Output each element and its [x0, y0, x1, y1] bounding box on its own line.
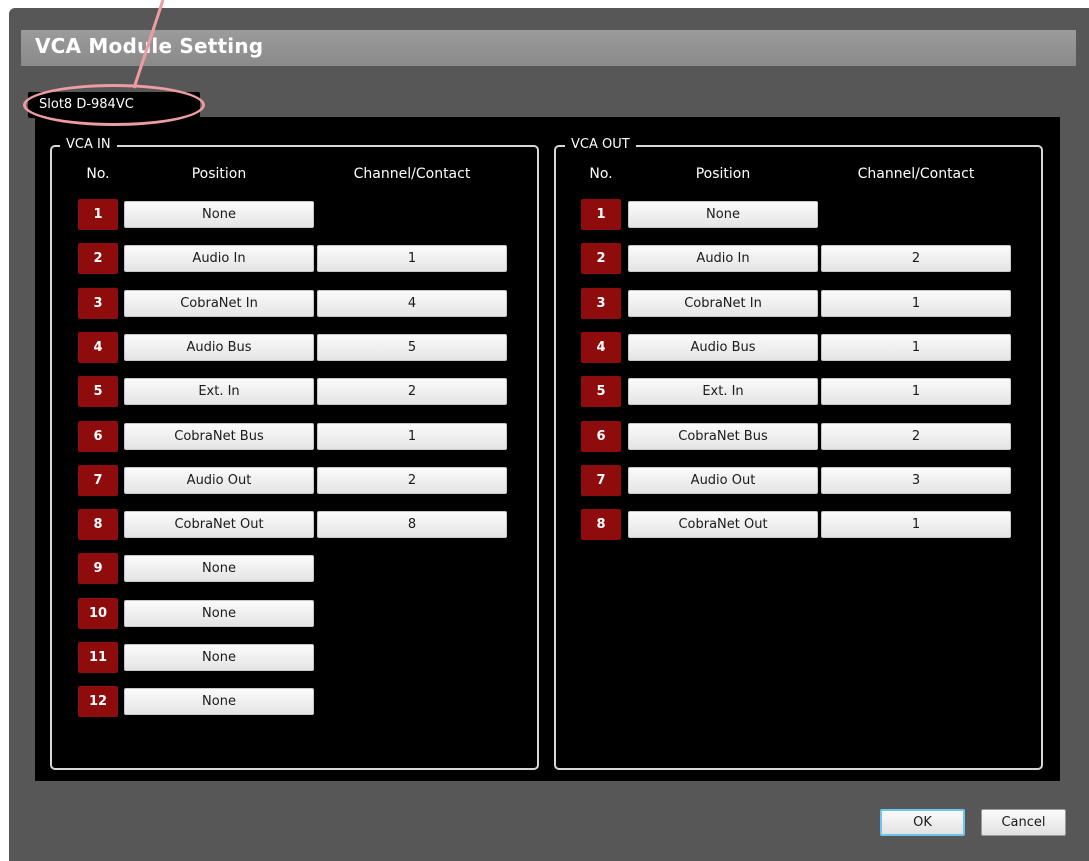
vca-out-position-button[interactable]: Audio In [628, 245, 818, 273]
ok-button[interactable]: OK [880, 809, 965, 836]
vca-out-position-button[interactable]: None [628, 201, 818, 228]
vca-out-channel-button[interactable]: 2 [821, 422, 1011, 450]
vca-in-row-number: 5 [78, 376, 118, 408]
vca-in-channel-button[interactable]: 2 [317, 378, 507, 406]
vca-out-row-number: 2 [581, 243, 621, 275]
vca-out-no-header: No. [589, 166, 613, 182]
vca-out-row-number: 4 [581, 331, 621, 363]
vca-out-channel-button[interactable]: 1 [821, 378, 1011, 406]
vca-out-group [554, 145, 1043, 770]
vca-in-row-number: 4 [78, 331, 118, 363]
vca-in-channel-button[interactable]: 8 [317, 511, 507, 539]
vca-in-row-number: 2 [78, 243, 118, 275]
vca-out-row-number: 8 [581, 509, 621, 541]
vca-out-row-number: 5 [581, 376, 621, 408]
vca-in-row-number: 12 [78, 686, 118, 718]
vca-in-row-number: 10 [78, 597, 118, 629]
vca-in-channel-button[interactable]: 1 [317, 422, 507, 450]
vca-in-position-button[interactable]: CobraNet In [124, 289, 314, 317]
vca-out-position-header: Position [695, 166, 751, 182]
vca-in-channel-button[interactable]: 4 [317, 289, 507, 317]
vca-in-row-number: 1 [78, 199, 118, 230]
vca-out-channel-button[interactable]: 2 [821, 245, 1011, 273]
vca-in-position-button[interactable]: None [124, 599, 314, 627]
vca-in-row-number: 8 [78, 509, 118, 541]
vca-in-channel-header: Channel/Contact [353, 166, 471, 182]
vca-in-position-button[interactable]: None [124, 555, 314, 583]
vca-in-row-number: 7 [78, 464, 118, 496]
vca-in-group [50, 145, 539, 770]
vca-out-position-button[interactable]: Ext. In [628, 378, 818, 406]
vca-out-row-number: 1 [581, 199, 621, 230]
vca-in-no-header: No. [86, 166, 110, 182]
vca-out-position-button[interactable]: Audio Bus [628, 333, 818, 361]
vca-in-channel-button[interactable]: 5 [317, 333, 507, 361]
vca-in-channel-button[interactable]: 1 [317, 245, 507, 273]
vca-out-channel-header: Channel/Contact [857, 166, 975, 182]
vca-in-position-button[interactable]: Ext. In [124, 378, 314, 406]
vca-out-position-button[interactable]: Audio Out [628, 466, 818, 494]
vca-in-title: VCA IN [60, 137, 117, 153]
vca-in-position-button[interactable]: Audio Out [124, 466, 314, 494]
vca-out-channel-button[interactable]: 1 [821, 289, 1011, 317]
vca-in-position-button[interactable]: None [124, 688, 314, 716]
vca-out-row-number: 7 [581, 464, 621, 496]
vca-in-position-button[interactable]: CobraNet Out [124, 511, 314, 539]
vca-out-row-number: 6 [581, 420, 621, 452]
vca-in-position-header: Position [191, 166, 247, 182]
slot-tab[interactable]: Slot8 D-984VC [28, 92, 200, 118]
vca-in-row-number: 11 [78, 642, 118, 673]
vca-in-row-number: 6 [78, 420, 118, 452]
vca-out-channel-button[interactable]: 1 [821, 333, 1011, 361]
vca-in-position-button[interactable]: None [124, 644, 314, 671]
vca-in-position-button[interactable]: None [124, 201, 314, 228]
vca-in-position-button[interactable]: Audio In [124, 245, 314, 273]
vca-in-channel-button[interactable]: 2 [317, 466, 507, 494]
cancel-button[interactable]: Cancel [981, 809, 1066, 836]
vca-out-position-button[interactable]: CobraNet Out [628, 511, 818, 539]
vca-out-row-number: 3 [581, 287, 621, 319]
vca-out-channel-button[interactable]: 3 [821, 466, 1011, 494]
vca-out-channel-button[interactable]: 1 [821, 511, 1011, 539]
vca-out-position-button[interactable]: CobraNet Bus [628, 422, 818, 450]
dialog-title: VCA Module Setting [35, 34, 264, 58]
vca-out-position-button[interactable]: CobraNet In [628, 289, 818, 317]
vca-in-row-number: 3 [78, 287, 118, 319]
vca-in-position-button[interactable]: CobraNet Bus [124, 422, 314, 450]
vca-in-row-number: 9 [78, 553, 118, 585]
vca-out-title: VCA OUT [565, 137, 636, 153]
vca-in-position-button[interactable]: Audio Bus [124, 333, 314, 361]
